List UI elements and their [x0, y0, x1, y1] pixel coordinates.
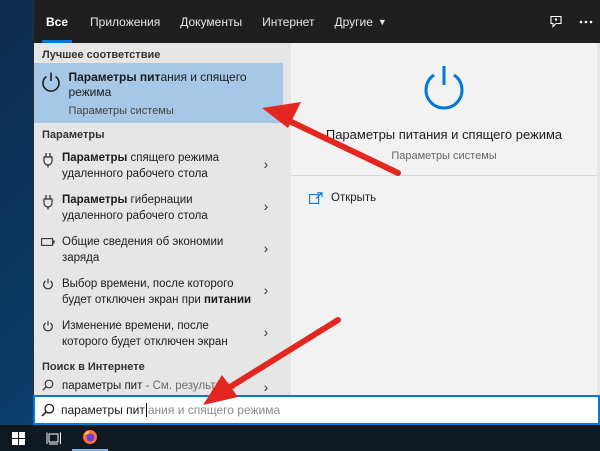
tab-apps[interactable]: Приложения [80, 0, 170, 43]
chevron-right-icon[interactable]: › [259, 155, 273, 173]
best-match-subtitle: Параметры системы [68, 105, 174, 117]
web-search-result[interactable]: параметры пит - См. результаты › [34, 375, 283, 395]
chevron-right-icon[interactable]: › [259, 239, 273, 257]
settings-result-remote-sleep[interactable]: Параметры спящего режима удаленного рабо… [34, 145, 283, 187]
tab-more[interactable]: Другие ▼ [324, 0, 396, 43]
best-match-result[interactable]: Параметры питания и спящего режима Парам… [34, 63, 283, 123]
more-options-icon[interactable] [571, 7, 600, 37]
power-icon [43, 278, 53, 290]
search-icon [42, 379, 54, 391]
tab-all[interactable]: Все [34, 0, 80, 43]
tab-internet[interactable]: Интернет [252, 0, 324, 43]
search-input[interactable]: параметры пит ания и спящего режима [33, 395, 600, 425]
firefox-icon [83, 430, 97, 444]
open-action[interactable]: Открыть [291, 176, 597, 204]
search-tab-bar: Все Приложения Документы Интернет Другие… [34, 0, 600, 43]
power-icon [42, 72, 60, 92]
settings-result-label: Общие сведения об экономии заряда [62, 236, 224, 264]
open-label: Открыть [331, 192, 377, 204]
chevron-right-icon[interactable]: › [259, 378, 273, 395]
settings-result-battery-saver[interactable]: Общие сведения об экономии заряда › [34, 229, 283, 271]
settings-result-remote-hibernate[interactable]: Параметры гибернации удаленного рабочего… [34, 187, 283, 229]
settings-result-label: Параметры спящего режима удаленного рабо… [62, 152, 220, 180]
section-settings-title: Параметры [42, 129, 105, 141]
settings-result-label: Выбор времени, после которого будет откл… [62, 278, 252, 306]
results-pane: Лучшее соответствие Параметры питания и … [34, 43, 283, 395]
chevron-right-icon[interactable]: › [259, 197, 273, 215]
preview-title: Параметры питания и спящего режима [325, 127, 563, 142]
settings-result-label: Параметры гибернации удаленного рабочего… [62, 194, 208, 222]
search-autocomplete-text: ания и спящего режима [147, 403, 281, 417]
settings-result-screen-timeout[interactable]: Изменение времени, после которого будет … [34, 313, 283, 355]
search-typed-text: параметры пит [61, 403, 145, 417]
text-cursor [145, 403, 147, 417]
task-view-icon [46, 432, 61, 444]
web-search-label: параметры пит - См. результаты [62, 380, 236, 392]
search-icon [41, 403, 55, 417]
task-view-button[interactable] [36, 425, 72, 451]
taskbar [0, 425, 600, 451]
settings-result-screen-timeout-power[interactable]: Выбор времени, после которого будет откл… [34, 271, 283, 313]
tab-more-label: Другие [334, 14, 373, 29]
taskbar-app-firefox[interactable] [72, 425, 108, 451]
windows-logo-icon [11, 431, 25, 445]
section-web-title: Поиск в Интернете [42, 361, 145, 373]
battery-icon [41, 238, 55, 246]
preview-subtitle: Параметры системы [391, 150, 497, 162]
tab-bar-actions [541, 0, 600, 43]
power-plug-icon [43, 153, 53, 168]
caret-down-icon: ▼ [377, 16, 387, 27]
section-best-match-title: Лучшее соответствие [42, 49, 161, 61]
settings-result-label: Изменение времени, после которого будет … [62, 320, 228, 348]
search-flyout: Все Приложения Документы Интернет Другие… [33, 0, 600, 395]
open-icon [309, 192, 323, 204]
tab-documents[interactable]: Документы [170, 0, 252, 43]
chevron-right-icon[interactable]: › [259, 323, 273, 341]
power-icon [424, 66, 464, 110]
best-match-title: Параметры питания и спящего режима [68, 70, 247, 99]
feedback-icon[interactable] [541, 7, 571, 37]
start-button[interactable] [0, 425, 36, 451]
power-plug-icon [43, 195, 53, 210]
power-icon [43, 320, 53, 332]
chevron-right-icon[interactable]: › [259, 281, 273, 299]
preview-pane: Параметры питания и спящего режима Парам… [291, 43, 597, 395]
